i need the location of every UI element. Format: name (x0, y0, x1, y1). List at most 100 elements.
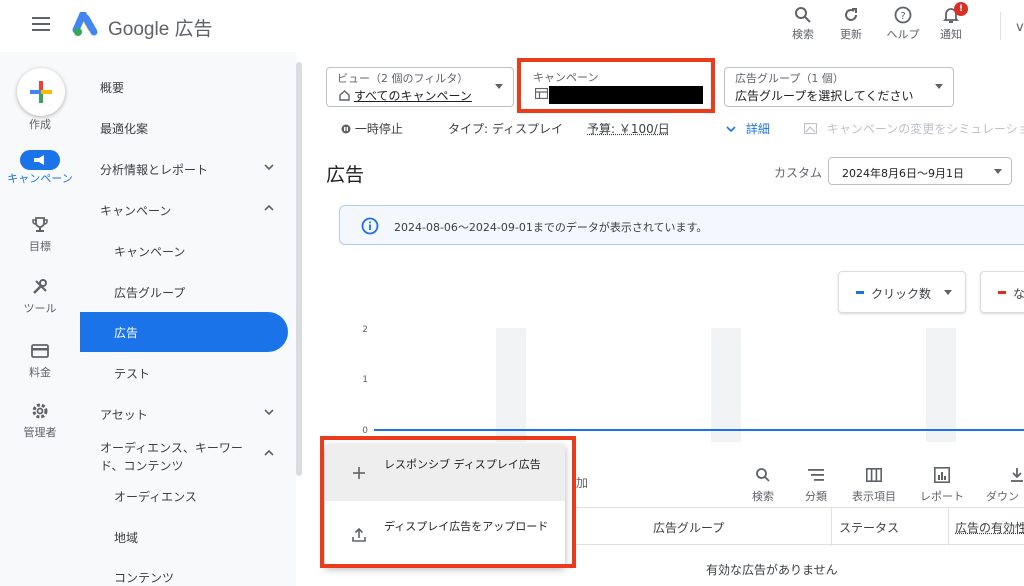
refresh-label: 更新 (826, 26, 876, 42)
empty-table-message: 有効な広告がありません (706, 561, 838, 578)
weekend-band (711, 328, 741, 442)
report-icon (912, 464, 972, 486)
column-divider (948, 508, 949, 546)
download-icon (984, 464, 1024, 486)
help-label: ヘルプ (878, 26, 928, 42)
nav-item-content[interactable]: コンテンツ (80, 557, 288, 586)
rail-item-tools[interactable]: ツール (0, 276, 80, 316)
nav-item-ad-groups[interactable]: 広告グループ (80, 272, 288, 312)
search-icon (733, 464, 793, 486)
gear-icon (0, 400, 80, 422)
nav-item-campaigns[interactable]: キャンペーン (80, 231, 288, 271)
rail-label-tools: ツール (0, 300, 80, 316)
nav-sidebar: 概要 最適化案 分析情報とレポート キャンペーン キャンペーン 広告グループ 広… (80, 52, 296, 586)
notifications-button[interactable]: ! 通知 (926, 4, 976, 42)
help-icon: ? (878, 4, 928, 26)
view-filter[interactable]: ビュー（2 個のフィルタ） すべてのキャンペーン (326, 67, 514, 107)
plus-icon (28, 79, 54, 105)
nav-item-recommendations[interactable]: 最適化案 (80, 108, 288, 148)
ads-table-header: 広告グループ ステータス 広告の有効性 (575, 507, 1024, 545)
rail-item-goals[interactable]: 目標 (0, 214, 80, 254)
dropdown-arrow-icon (944, 290, 952, 295)
search-button[interactable]: 検索 (778, 4, 828, 42)
segment-icon (786, 464, 846, 486)
left-rail: 作成 キャンペーン 目標 ツール 料金 管理者 (0, 52, 80, 586)
dropdown-arrow-icon (994, 169, 1002, 174)
ad-group-filter-caption: 広告グループ（1 個） (735, 70, 844, 86)
column-header-status[interactable]: ステータス (839, 519, 899, 536)
weekend-band (496, 328, 526, 442)
metric-selector-clicks[interactable]: クリック数 (838, 271, 966, 313)
top-bar: Google 広告 検索 更新 ? ヘルプ ! 通知 v (0, 0, 1024, 52)
metric-label: な (1013, 285, 1024, 302)
trophy-icon (0, 214, 80, 236)
reports-button[interactable]: レポート (912, 464, 972, 504)
bell-icon (926, 4, 976, 26)
rail-item-campaigns[interactable]: キャンペーン (0, 150, 80, 185)
y-tick: 1 (362, 375, 368, 385)
metric-color-swatch (856, 291, 864, 294)
home-icon (339, 90, 350, 101)
columns-icon (844, 464, 904, 486)
help-button[interactable]: ? ヘルプ (878, 4, 928, 42)
nav-item-overview[interactable]: 概要 (80, 67, 288, 107)
dropdown-arrow-icon (495, 84, 503, 89)
nav-item-campaigns-group[interactable]: キャンペーン (80, 190, 288, 230)
search-icon (778, 4, 828, 26)
download-button[interactable]: ダウン (984, 464, 1024, 504)
nav-item-assets[interactable]: アセット (80, 394, 288, 434)
column-header-ad-strength[interactable]: 広告の有効性 (955, 519, 1024, 536)
column-header-ad-group[interactable]: 広告グループ (653, 519, 724, 536)
tools-icon (0, 276, 80, 298)
highlight-box-campaign (517, 58, 715, 113)
page-title: 広告 (326, 160, 364, 187)
date-range-picker[interactable]: 2024年8月6日〜9月1日 (828, 157, 1012, 185)
rail-item-billing[interactable]: 料金 (0, 340, 80, 380)
segment-button[interactable]: 分類 (786, 464, 846, 504)
details-toggle[interactable]: 詳細 (726, 120, 770, 137)
nav-item-audiences-keywords[interactable]: オーディエンス、キーワー ド、コンテンツ (80, 435, 288, 479)
svg-text:?: ? (900, 11, 905, 22)
y-tick: 0 (362, 426, 368, 436)
top-divider (1000, 12, 1001, 40)
info-icon (361, 217, 379, 235)
nav-item-audiences[interactable]: オーディエンス (80, 476, 288, 516)
campaign-status: 一時停止 (341, 120, 403, 137)
dropdown-arrow-icon (935, 84, 943, 89)
campaign-type: タイプ: ディスプレイ (448, 120, 563, 137)
chevron-down-icon (264, 407, 274, 417)
menu-icon[interactable] (32, 17, 50, 31)
search-label: 検索 (778, 26, 828, 42)
rail-label-admin: 管理者 (0, 424, 80, 440)
metric-label: クリック数 (871, 285, 931, 302)
columns-button[interactable]: 表示項目 (844, 464, 904, 504)
weekend-band (926, 328, 956, 442)
ad-group-filter[interactable]: 広告グループ（1 個） 広告グループを選択してください (724, 67, 954, 107)
highlight-box-menu (320, 436, 576, 568)
info-banner-text: 2024-08-06〜2024-09-01までのデータが表示されています。 (394, 219, 707, 235)
column-divider (831, 508, 832, 546)
nav-item-insights[interactable]: 分析情報とレポート (80, 149, 288, 189)
account-menu[interactable]: v (1016, 20, 1024, 35)
nav-scrollbar[interactable] (296, 62, 302, 476)
chevron-down-icon (264, 162, 274, 172)
campaign-budget[interactable]: 予算: ￥100/日 (587, 120, 670, 137)
chevron-up-icon (264, 448, 274, 458)
create-button[interactable] (17, 68, 65, 116)
campaign-icon (20, 150, 60, 170)
add-ad-text[interactable]: 加 (576, 474, 588, 491)
rail-item-admin[interactable]: 管理者 (0, 400, 80, 440)
metric-selector-second[interactable]: な (980, 271, 1024, 313)
refresh-button[interactable]: 更新 (826, 4, 876, 42)
notifications-label: 通知 (926, 26, 976, 42)
nav-item-experiments[interactable]: テスト (80, 353, 288, 393)
nav-item-ads[interactable]: 広告 (80, 312, 288, 352)
nav-item-locations[interactable]: 地域 (80, 517, 288, 557)
billing-icon (0, 340, 80, 362)
notification-badge: ! (954, 2, 968, 16)
chevron-up-icon (264, 203, 274, 213)
table-search-button[interactable]: 検索 (733, 464, 793, 504)
info-banner: 2024-08-06〜2024-09-01までのデータが表示されています。 (339, 205, 1024, 245)
simulate-changes: キャンペーンの変更をシミュレーショ (804, 120, 1024, 137)
pause-status-icon (341, 124, 351, 134)
